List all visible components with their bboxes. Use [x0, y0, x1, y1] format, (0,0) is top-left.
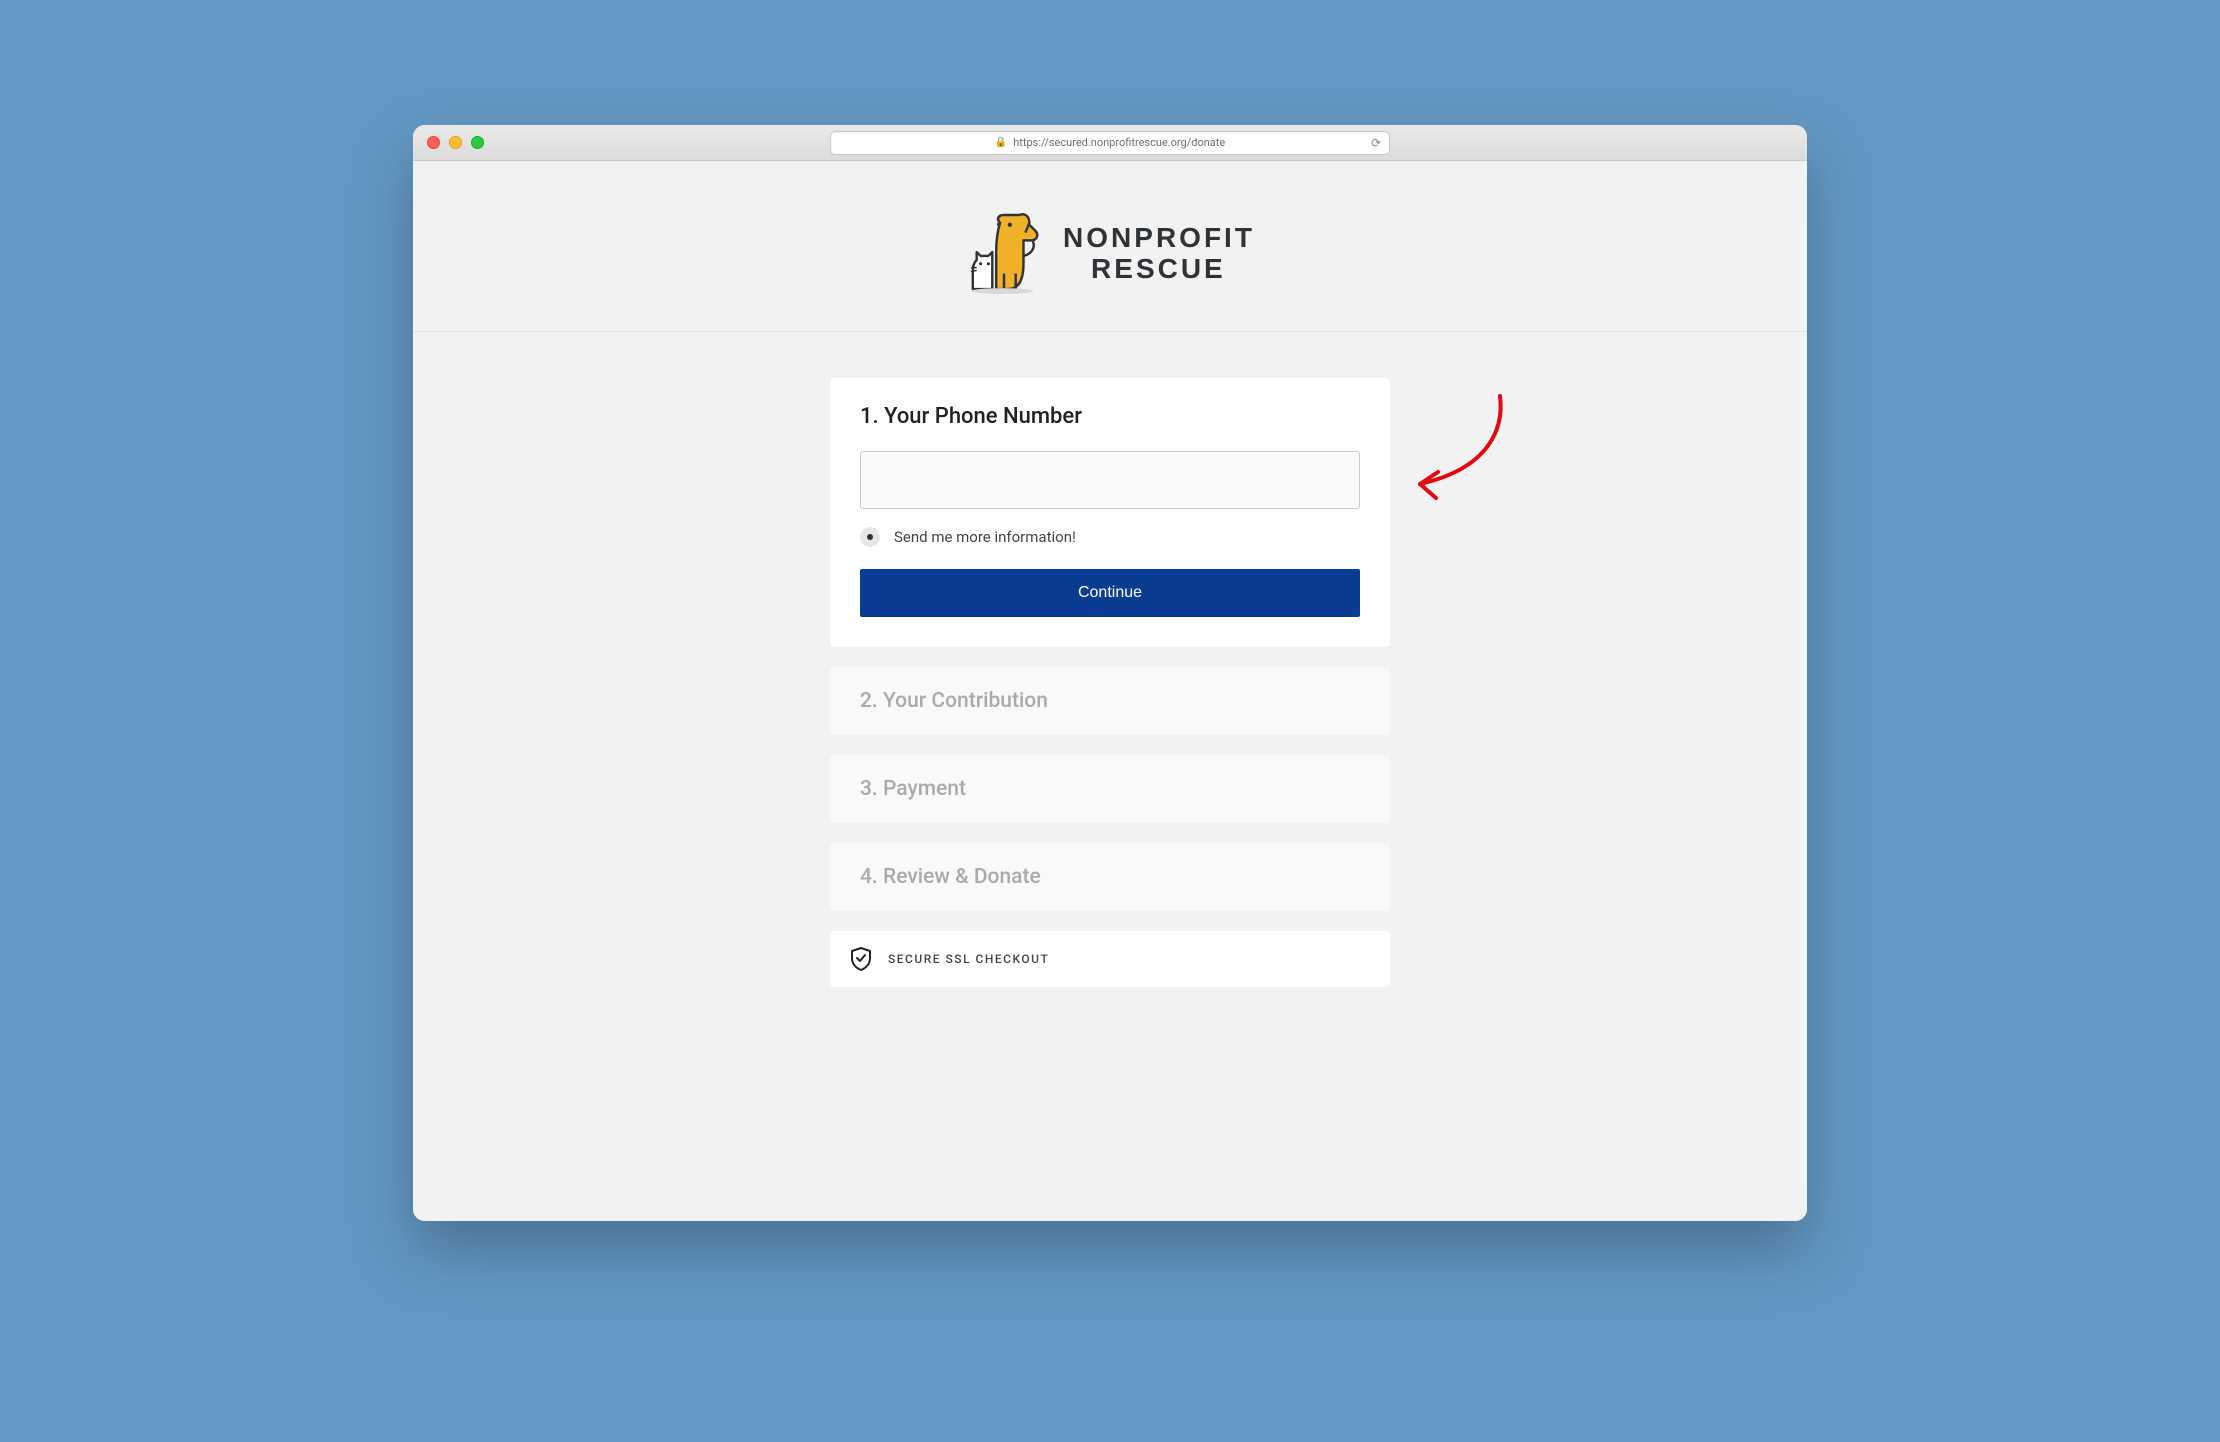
step-1-card: 1. Your Phone Number Send me more inform… [830, 378, 1390, 647]
lock-icon: 🔒 [995, 137, 1007, 148]
browser-window: 🔒 https://secured.nonprofitrescue.org/do… [413, 125, 1807, 1221]
brand-line-1: NONPROFIT [1063, 223, 1255, 254]
step-1-title: 1. Your Phone Number [860, 404, 1360, 429]
step-2-card[interactable]: 2. Your Contribution [830, 667, 1390, 735]
step-3-title: 3. Payment [860, 777, 1360, 801]
header-divider [413, 331, 1807, 332]
step-3-card[interactable]: 3. Payment [830, 755, 1390, 823]
url-text: https://secured.nonprofitrescue.org/dona… [1013, 136, 1225, 149]
minimize-window-button[interactable] [449, 136, 462, 149]
browser-titlebar: 🔒 https://secured.nonprofitrescue.org/do… [413, 125, 1807, 161]
callout-arrow-icon [1400, 388, 1520, 518]
brand-line-2: RESCUE [1091, 254, 1255, 285]
logo-icon [965, 213, 1043, 295]
shield-check-icon [850, 947, 872, 971]
ssl-badge-row: SECURE SSL CHECKOUT [830, 931, 1390, 987]
opt-in-label: Send me more information! [894, 528, 1076, 546]
step-4-card[interactable]: 4. Review & Donate [830, 843, 1390, 911]
step-4-title: 4. Review & Donate [860, 865, 1360, 889]
site-header: NONPROFIT RESCUE [413, 201, 1807, 331]
opt-in-radio[interactable] [860, 527, 880, 547]
window-controls [427, 136, 484, 149]
brand-name: NONPROFIT RESCUE [1063, 223, 1255, 285]
url-bar[interactable]: 🔒 https://secured.nonprofitrescue.org/do… [830, 131, 1390, 155]
donation-form: 1. Your Phone Number Send me more inform… [830, 378, 1390, 987]
close-window-button[interactable] [427, 136, 440, 149]
phone-number-input[interactable] [860, 451, 1360, 509]
step-2-title: 2. Your Contribution [860, 689, 1360, 713]
refresh-icon[interactable]: ⟳ [1371, 136, 1381, 150]
maximize-window-button[interactable] [471, 136, 484, 149]
opt-in-row: Send me more information! [860, 527, 1360, 547]
continue-button[interactable]: Continue [860, 569, 1360, 617]
page-content: NONPROFIT RESCUE 1. Your Phone Number Se… [413, 161, 1807, 1221]
ssl-label: SECURE SSL CHECKOUT [888, 952, 1049, 966]
